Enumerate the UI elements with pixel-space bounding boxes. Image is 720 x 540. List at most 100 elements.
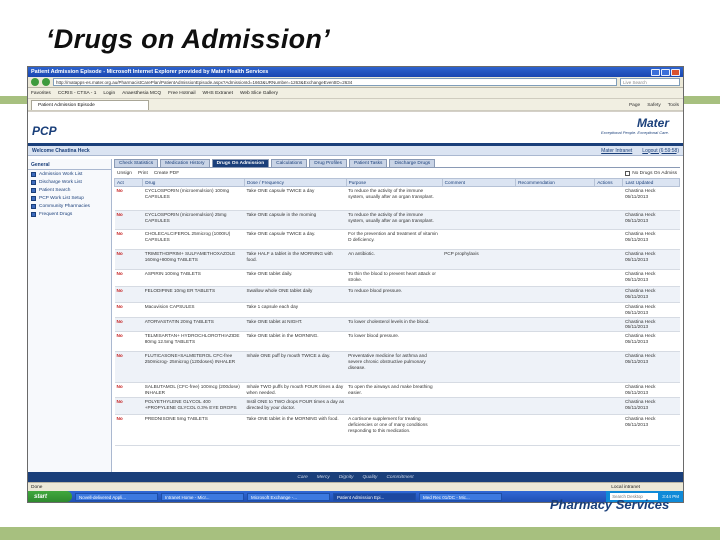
tab-check-statistics[interactable]: Check Statistics: [114, 159, 159, 167]
search-input[interactable]: Live Search: [620, 78, 680, 86]
table-row[interactable]: No CHOLECALCIFEROL 25microg (1000IU) CAPS…: [114, 229, 680, 250]
sidebar-item-work-list-setup[interactable]: PCP Work List Setup: [28, 194, 111, 202]
taskbar-item[interactable]: Microsoft Exchange -...: [247, 492, 330, 501]
sidebar-item-label: Frequent Drugs: [39, 211, 73, 217]
no-drugs-toggle[interactable]: No Drugs On Admiss: [625, 170, 677, 176]
table-row[interactable]: No Macuvision CAPSULES Take 1 capsule each…: [114, 302, 680, 318]
table-row[interactable]: No FELODIPINE 10mg ER TABLETS Swallow whol…: [114, 286, 680, 303]
window-titlebar[interactable]: Patient Admission Episode - Microsoft In…: [28, 67, 683, 77]
purpose-cell: To reduce the activity of the immune sys…: [346, 186, 443, 211]
column-header[interactable]: Act: [113, 178, 144, 187]
recommendation-cell: [515, 269, 595, 287]
list-icon: [31, 195, 36, 201]
list-icon: [31, 187, 36, 193]
last-updated-cell: Chastina Heck 05/11/2013: [622, 302, 680, 318]
column-header[interactable]: Dose / Frequency: [243, 178, 347, 187]
browser-tab[interactable]: Patient Admission Episode: [31, 100, 149, 110]
last-updated-cell: Chastina Heck 05/11/2013: [622, 382, 680, 399]
taskbar-item[interactable]: Intranet Home - Micr...: [161, 492, 244, 501]
column-header[interactable]: Recommendation: [515, 178, 596, 187]
purpose-cell: To reduce the activity of the immune sys…: [346, 210, 443, 230]
tab-drugs-on-admission[interactable]: Drugs On Admission: [211, 159, 270, 167]
table-row[interactable]: No CYCLOSPORIN (microemulsion) 25mg CAPSU…: [114, 210, 680, 230]
no-drugs-checkbox[interactable]: [625, 170, 631, 176]
favorites-link-1[interactable]: CCRIS - CTSA - 1: [58, 91, 97, 96]
print-button[interactable]: Print: [138, 171, 148, 176]
act-cell[interactable]: No: [114, 317, 143, 333]
act-cell[interactable]: No: [114, 269, 143, 287]
table-row[interactable]: No FLUTICASONE+SALMETEROL CFC-free 250mic…: [114, 351, 680, 384]
taskbar-item[interactable]: Novell-delivered Appli...: [75, 492, 158, 501]
act-cell[interactable]: No: [114, 229, 143, 250]
tools-menu[interactable]: Tools: [668, 103, 679, 108]
maximize-button[interactable]: [661, 68, 670, 76]
create-pdf-button[interactable]: Create PDF: [154, 171, 179, 176]
act-cell[interactable]: No: [114, 302, 143, 318]
column-header[interactable]: Purpose: [345, 178, 443, 187]
favorites-link-2[interactable]: Login: [103, 91, 115, 96]
act-cell[interactable]: No: [114, 331, 143, 353]
safety-menu[interactable]: Safety: [647, 103, 661, 108]
list-icon: [31, 171, 36, 177]
sidebar-item-community-pharmacies[interactable]: Community Pharmacies: [28, 202, 111, 210]
logout-link[interactable]: Logout (6:59:58): [642, 148, 679, 154]
table-row[interactable]: No SALBUTAMOL (CFC-free) 100mcg (200dose)…: [114, 382, 680, 399]
sidebar-heading: General: [28, 159, 111, 170]
drug-cell: FLUTICASONE+SALMETEROL CFC-free 250micro…: [142, 351, 245, 384]
tab-calculations[interactable]: Calculations: [271, 159, 308, 167]
favorites-link-0[interactable]: Favorites: [31, 91, 51, 96]
minimize-button[interactable]: [651, 68, 660, 76]
back-icon[interactable]: [31, 78, 39, 86]
act-cell[interactable]: No: [114, 397, 143, 416]
unsign-button[interactable]: Unsign: [117, 171, 132, 176]
favorites-link-6[interactable]: Web Slice Gallery: [240, 91, 278, 96]
tab-discharge-drugs[interactable]: Discharge Drugs: [389, 159, 436, 167]
sidebar-item-discharge-work-list[interactable]: Discharge Work List: [28, 178, 111, 186]
act-cell[interactable]: No: [114, 210, 143, 230]
comment-cell: PCP prophylaxis: [442, 249, 516, 270]
favorites-link-5[interactable]: WHS Extranet: [203, 91, 233, 96]
sidebar-item-patient-search[interactable]: Patient Search: [28, 186, 111, 194]
actions-cell: [594, 397, 623, 416]
tab-drug-profiles[interactable]: Drug Profiles: [309, 159, 347, 167]
column-header[interactable]: Comment: [441, 178, 517, 187]
table-row[interactable]: No CYCLOSPORIN (microemulsion) 100mg CAPS…: [114, 186, 680, 211]
sidebar-item-frequent-drugs[interactable]: Frequent Drugs: [28, 210, 111, 218]
act-cell[interactable]: No: [114, 351, 143, 384]
last-updated-cell: Chastina Heck 05/11/2013: [622, 414, 680, 447]
favorites-bar: Favorites CCRIS - CTSA - 1 Login Anaesth…: [28, 88, 683, 99]
table-row[interactable]: No TRIMETHOPRIM+ SULFAMETHOXAZOLE 160mg+8…: [114, 249, 680, 270]
table-row[interactable]: No ATORVASTATIN 20mg TABLETS Take ONE tabl…: [114, 317, 680, 333]
act-cell[interactable]: No: [114, 249, 143, 270]
taskbar-item[interactable]: Med Rec 01/DC - Mic...: [419, 492, 502, 501]
last-updated-cell: Chastina Heck 05/11/2013: [622, 317, 680, 333]
tab-patient-tasks[interactable]: Patient Tasks: [349, 159, 388, 167]
close-button[interactable]: [671, 68, 680, 76]
url-input[interactable]: http://matapps-es.mater.org.au/Pharmacis…: [53, 78, 617, 86]
forward-icon[interactable]: [42, 78, 50, 86]
taskbar-item-active[interactable]: Patient Admission Epi...: [333, 492, 416, 501]
app-name: PCP: [32, 124, 57, 138]
table-row[interactable]: No POLYETHYLENE GLYCOL 400 +PROPYLENE GLY…: [114, 397, 680, 416]
page-menu[interactable]: Page: [629, 103, 640, 108]
dose-cell: Inhale TWO puffs by mouth FOUR times a d…: [244, 382, 347, 399]
act-cell[interactable]: No: [114, 186, 143, 211]
column-header[interactable]: Last Updated: [622, 178, 680, 187]
start-button[interactable]: start: [28, 491, 72, 502]
dose-cell: Take 1 capsule each day: [244, 302, 347, 318]
favorites-link-3[interactable]: Anaesthesia MCQ: [122, 91, 161, 96]
table-row[interactable]: No ASPIRIN 100mg TABLETS Take ONE tablet d…: [114, 269, 680, 287]
tab-medication-history[interactable]: Medication History: [160, 159, 210, 167]
favorites-link-4[interactable]: Free Hotmail: [168, 91, 195, 96]
intranet-link[interactable]: Mater Intranet: [601, 148, 632, 154]
column-header[interactable]: Drug: [142, 178, 245, 187]
column-header[interactable]: Actions: [594, 178, 624, 187]
table-row[interactable]: No PREDNISONE 5mg TABLETS Take ONE tablet …: [114, 414, 680, 447]
sidebar-item-admission-work-list[interactable]: Admission Work List: [28, 170, 111, 178]
act-cell[interactable]: No: [114, 286, 143, 303]
table-row[interactable]: No TELMISARTAN+ HYDROCHLOROTHIAZIDE 80mg …: [114, 331, 680, 353]
comment-cell: [442, 397, 516, 416]
act-cell[interactable]: No: [114, 382, 143, 399]
drug-cell: POLYETHYLENE GLYCOL 400 +PROPYLENE GLYCO…: [142, 397, 245, 416]
act-cell[interactable]: No: [114, 414, 143, 447]
